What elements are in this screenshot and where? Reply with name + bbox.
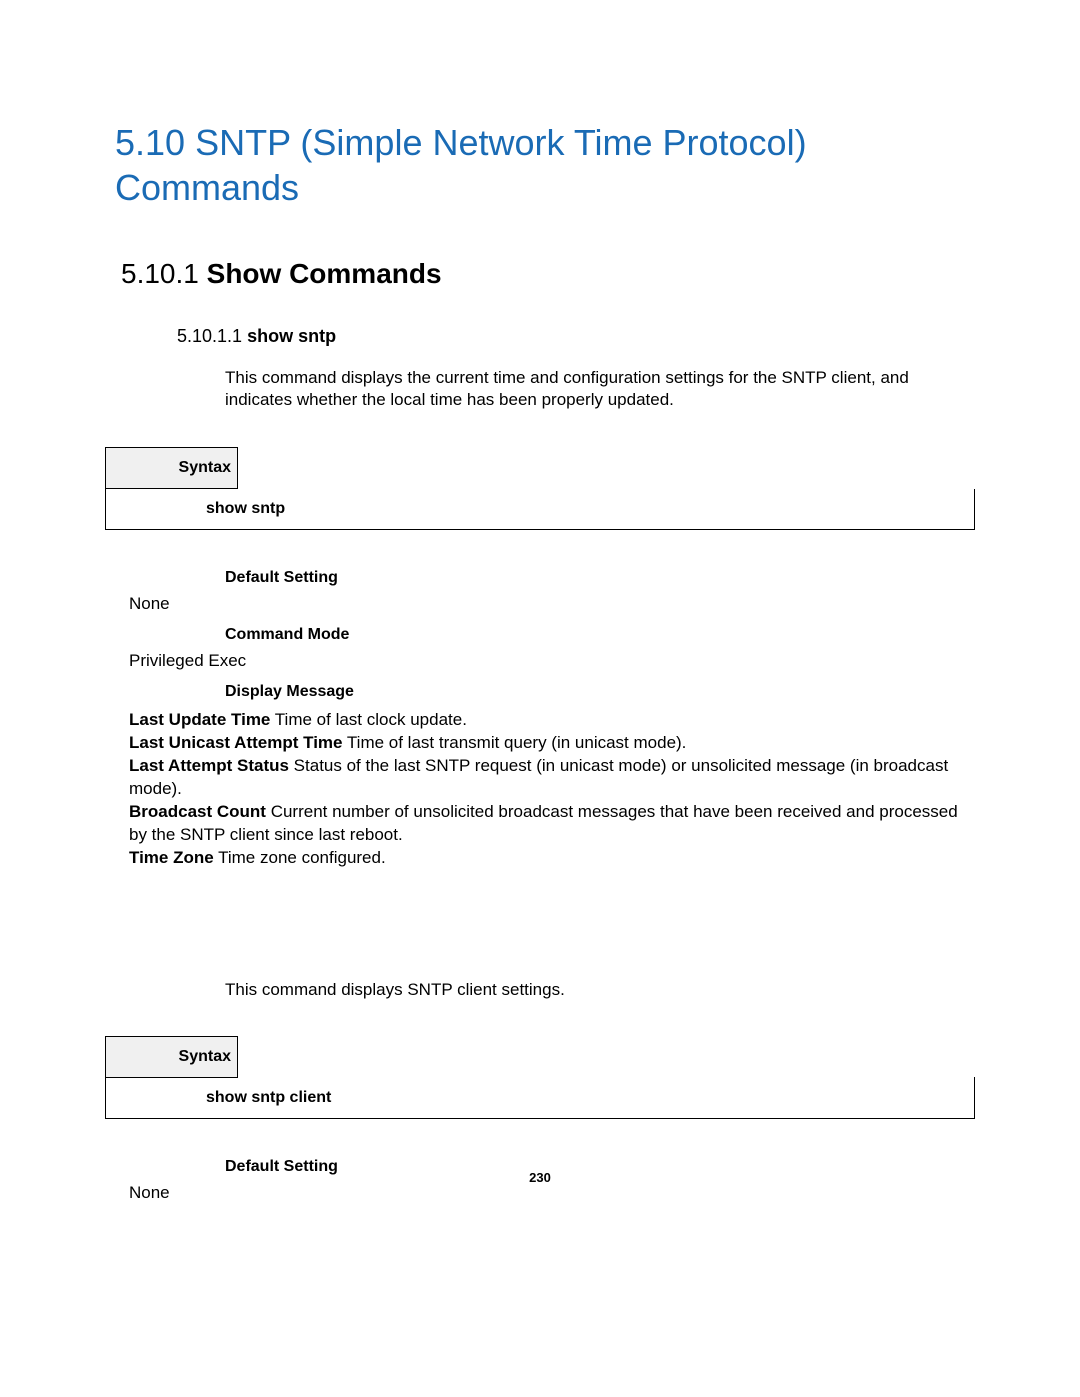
message-item: Last Attempt Status Status of the last S… [129,755,970,801]
page-number: 230 [0,1170,1080,1185]
default-setting-label: Default Setting [225,566,980,591]
syntax-label: Syntax [106,1036,238,1077]
syntax-spacer [238,1036,975,1077]
document-page: 5.10 SNTP (Simple Network Time Protocol)… [0,0,1080,1206]
syntax-command: show sntp client [106,1077,975,1118]
message-text: Time of last clock update. [270,710,467,729]
command-mode-label: Command Mode [225,623,980,648]
message-item: Broadcast Count Current number of unsoli… [129,801,970,847]
syntax-table: Syntax show sntp [105,447,975,530]
heading-title: Show Commands [207,258,442,289]
command-description: This command displays SNTP client settin… [225,980,980,1000]
message-item: Last Unicast Attempt Time Time of last t… [129,732,970,755]
syntax-label: Syntax [106,448,238,489]
message-item: Time Zone Time zone configured. [129,847,970,870]
default-setting-block: Default Setting None Command Mode Privil… [129,566,980,705]
syntax-table: Syntax show sntp client [105,1036,975,1119]
syntax-spacer [238,448,975,489]
subsection-heading-5-10-1: 5.10.1 Show Commands [121,258,980,290]
message-text: Time zone configured. [214,848,386,867]
message-text: Time of last transmit query (in unicast … [343,733,687,752]
heading-number: 5.10.1 [121,258,207,289]
message-item: Last Update Time Time of last clock upda… [129,709,970,732]
command-description: This command displays the current time a… [225,367,960,411]
message-term: Time Zone [129,848,214,867]
message-term: Broadcast Count [129,802,266,821]
message-term: Last Unicast Attempt Time [129,733,343,752]
display-messages-list: Last Update Time Time of last clock upda… [129,709,970,870]
display-message-label: Display Message [225,680,980,705]
heading-number: 5.10.1.1 [177,326,247,346]
message-term: Last Update Time [129,710,270,729]
default-setting-value: None [129,591,980,617]
heading-title: show sntp [247,326,336,346]
command-heading-show-sntp: 5.10.1.1 show sntp [177,326,980,347]
command-mode-value: Privileged Exec [129,648,980,674]
section-heading-5-10: 5.10 SNTP (Simple Network Time Protocol)… [115,120,980,210]
message-term: Last Attempt Status [129,756,289,775]
syntax-command: show sntp [106,489,975,530]
